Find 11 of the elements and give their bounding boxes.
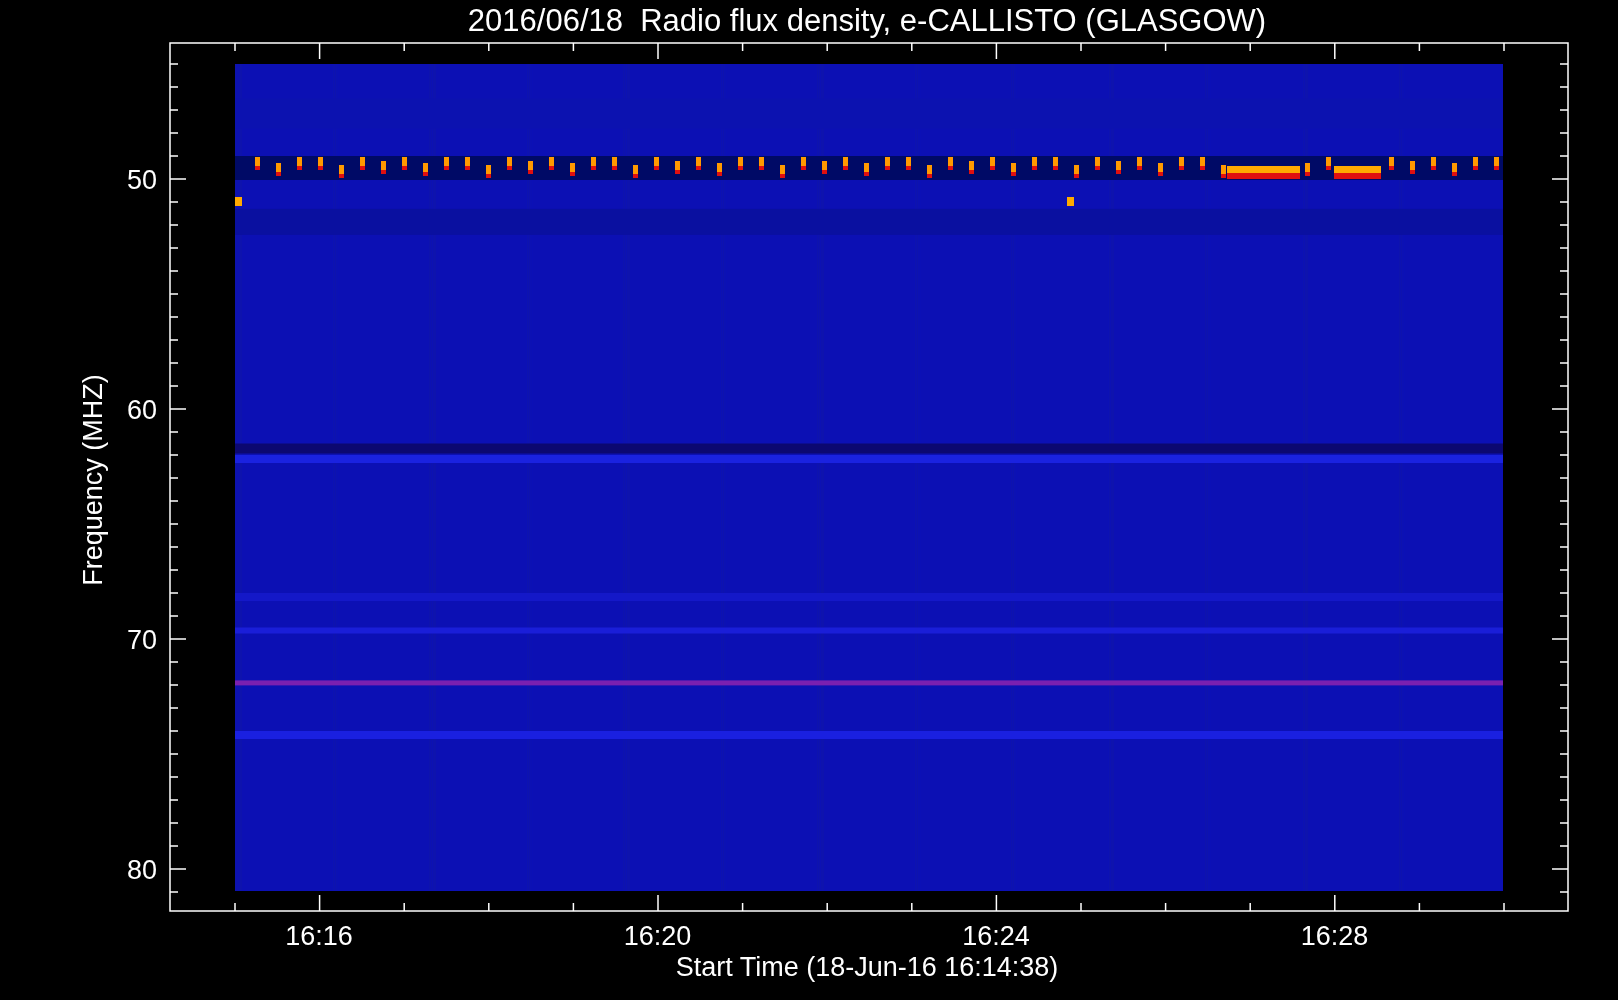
x-tick-label: 16:20	[623, 921, 692, 951]
x-tick-label: 16:16	[285, 921, 353, 951]
x-tick-label: 16:24	[962, 921, 1030, 951]
y-tick-label: 80	[126, 855, 157, 885]
y-tick-label: 50	[126, 165, 157, 195]
y-tick-label: 70	[126, 625, 157, 655]
x-tick-label: 16:28	[1300, 921, 1369, 951]
y-tick-label: 60	[126, 395, 157, 425]
x-axis-label: Start Time (18-Jun-16 16:14:38)	[675, 952, 1059, 982]
y-axis-label: Frequency (MHZ)	[78, 374, 108, 586]
plot-title: 2016/06/18 Radio flux density, e-CALLISTO (GLASGOW)	[467, 3, 1267, 38]
